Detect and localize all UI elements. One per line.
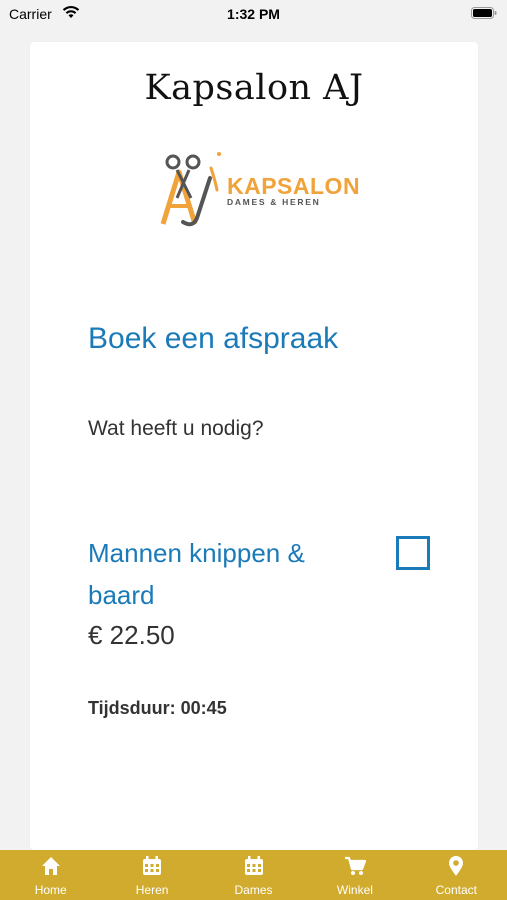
calendar-icon [143, 856, 162, 875]
status-bar: Carrier 1:32 PM [0, 0, 507, 28]
booking-question: Wat heeft u nodig? [88, 417, 264, 440]
tab-label: Winkel [336, 883, 373, 897]
app-screen: Carrier 1:32 PM Kapsalon AJ KAPSALON DAM… [0, 0, 507, 900]
logo-subtitle: DAMES & HEREN [227, 197, 321, 207]
battery-icon [471, 7, 497, 19]
tab-contact[interactable]: Contact [406, 850, 507, 900]
cart-icon [344, 856, 366, 875]
status-time: 1:32 PM [227, 6, 280, 22]
salon-logo: KAPSALON DAMES & HEREN [155, 148, 360, 228]
tab-heren[interactable]: Heren [101, 850, 202, 900]
home-icon [41, 857, 60, 875]
service-price: € 22.50 [88, 620, 175, 650]
tab-label: Home [34, 883, 67, 897]
tab-winkel[interactable]: Winkel [304, 850, 405, 900]
logo-wordmark: KAPSALON [227, 173, 361, 199]
calendar-icon [244, 856, 263, 875]
tab-dames[interactable]: Dames [203, 850, 304, 900]
tab-bar: Home Heren Dames Winkel Contact [0, 850, 507, 900]
booking-card: Kapsalon AJ KAPSALON DAMES & HEREN Boek … [30, 42, 478, 850]
service-checkbox[interactable] [396, 536, 430, 570]
tab-label: Contact [435, 883, 477, 897]
scissors-logo-icon [160, 152, 221, 227]
service-name[interactable]: Mannen knippen & baard [88, 532, 348, 616]
tab-label: Heren [135, 883, 169, 897]
tab-label: Dames [234, 883, 273, 897]
booking-title: Boek een afspraak [88, 322, 339, 355]
service-duration: Tijdsduur: 00:45 [88, 698, 227, 718]
tab-home[interactable]: Home [0, 850, 101, 900]
page-title: Kapsalon AJ [144, 68, 364, 108]
location-pin-icon [449, 856, 464, 876]
